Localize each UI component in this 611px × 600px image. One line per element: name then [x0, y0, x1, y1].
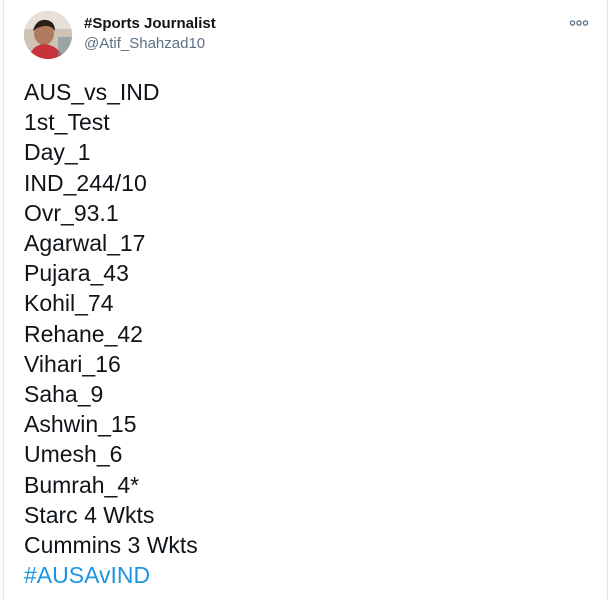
- tweet-line: Pujara_43: [24, 260, 129, 287]
- tweet-line: Cummins 3 Wkts: [24, 532, 198, 559]
- avatar[interactable]: [24, 11, 72, 59]
- profile-photo-icon: [24, 11, 72, 59]
- tweet-line: Saha_9: [24, 381, 104, 408]
- tweet-line: Day_1: [24, 139, 91, 166]
- tweet-line: Umesh_6: [24, 441, 123, 468]
- more-options-button[interactable]: [565, 11, 593, 35]
- tweet-line: Vihari_16: [24, 350, 121, 377]
- tweet-line: AUS_vs_IND: [24, 79, 160, 105]
- tweet-line: Starc 4 Wkts: [24, 501, 155, 528]
- author-info: #Sports Journalist @Atif_Shahzad10: [84, 14, 216, 54]
- tweet-line: IND_244/10: [24, 169, 147, 196]
- tweet-text: AUS_vs_IND 1st_Test Day_1 IND_244/10 Ovr…: [24, 77, 593, 590]
- hashtag-line: #AUSAvIND: [24, 560, 593, 590]
- tweet-line: Agarwal_17: [24, 230, 146, 257]
- hashtag-link[interactable]: #AUSAvIND: [24, 560, 150, 590]
- more-horizontal-icon: [569, 20, 589, 26]
- tweet-line: Bumrah_4*: [24, 471, 140, 498]
- tweet-line: Ovr_93.1: [24, 199, 119, 226]
- tweet-line: Rehane_42: [24, 320, 143, 347]
- author-display-name[interactable]: #Sports Journalist: [84, 14, 216, 34]
- tweet-card: #Sports Journalist @Atif_Shahzad10 AUS_v…: [3, 0, 608, 600]
- author-handle[interactable]: @Atif_Shahzad10: [84, 34, 216, 54]
- tweet-header: #Sports Journalist @Atif_Shahzad10: [24, 11, 593, 61]
- tweet-line: Ashwin_15: [24, 411, 137, 438]
- tweet-line: Kohil_74: [24, 290, 114, 317]
- tweet-line: 1st_Test: [24, 109, 110, 136]
